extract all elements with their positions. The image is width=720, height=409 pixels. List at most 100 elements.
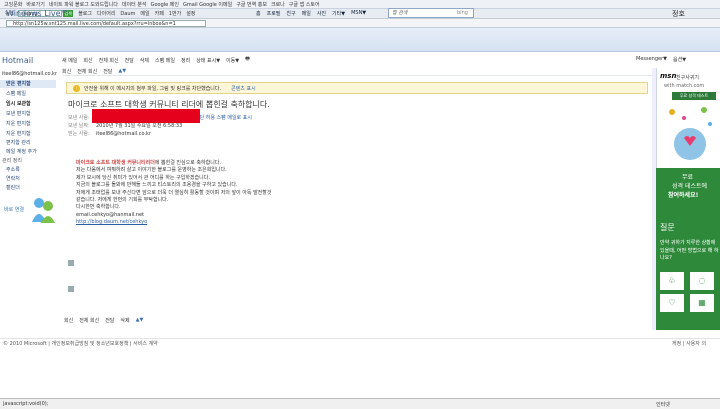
bottom-toolbar: 회신 전체 회신 전달 삭제 ▲▼: [64, 315, 654, 325]
ad-test-text: 성격 테스트에: [672, 183, 708, 190]
ad-subtitle: 친구사귀기: [676, 75, 700, 81]
body-line: 같습니다. 저에게 한번의 기회를 부탁합니다.: [76, 197, 169, 204]
up-arrow-icon[interactable]: ▲▼: [136, 317, 144, 323]
user-name[interactable]: 정호: [672, 9, 685, 19]
msg-reply-all[interactable]: 전체 회신: [77, 68, 97, 75]
bookmark-item[interactable]: Google 메인: [151, 1, 179, 8]
date-label: 보낸 날짜:: [68, 123, 90, 129]
ad-join-text: 참여하세요!: [668, 192, 699, 199]
bottom-forward[interactable]: 전달: [105, 317, 114, 324]
up-arrow-icon[interactable]: ▲▼: [118, 68, 126, 74]
message-body: 마이크로 소프트 대학생 커뮤니티리더에 뽑힌걸 진심으로 축하합니다. 저는 …: [76, 160, 496, 227]
nav-mail[interactable]: 메일: [302, 10, 311, 17]
sidebar-item-manage-folders[interactable]: 편지함 관리: [0, 139, 56, 147]
sidebar-item-deleted-2[interactable]: 지운 편지함: [0, 130, 56, 138]
footer-right-links[interactable]: 게정 | 사용자 의: [672, 340, 706, 347]
bottom-reply[interactable]: 회신: [64, 317, 73, 324]
toolbar-item[interactable]: 카페: [155, 10, 164, 17]
footer-links[interactable]: © 2010 Microsoft | 개인정보취급방침 및 청소년보호정책 | …: [3, 340, 158, 347]
messenger-buddy-icon[interactable]: [30, 196, 56, 224]
body-link[interactable]: http://blog.daum.net/cehkyo: [76, 219, 496, 226]
header-nav: 홈 프로필 친구 메일 사진 기타▼ MSN▼: [256, 10, 372, 17]
show-content-link[interactable]: 콘텐츠 표시: [231, 85, 256, 92]
windows-live-header: [0, 28, 720, 52]
toolbar-item[interactable]: 1번가: [169, 10, 181, 17]
blocked-image-icon: [68, 286, 74, 292]
body-line: 다시한번 축하합니다.: [76, 204, 121, 211]
message-toolbar: 회신 전체 회신 전달 ▲▼: [62, 67, 652, 76]
redaction-box: [92, 109, 200, 123]
bookmark-item[interactable]: 구글 번역 홍보: [236, 1, 267, 8]
puzzle-icon[interactable]: ♧: [660, 272, 684, 290]
sidebar-item-deleted[interactable]: 지운 편지함: [0, 120, 56, 128]
bottom-delete[interactable]: 삭제: [120, 317, 129, 324]
bing-logo[interactable]: bing: [457, 10, 468, 16]
nav-more[interactable]: 기타▼: [332, 10, 345, 17]
body-line: 지금의 블로그를 돌봐에 반해들 느끼고 티스토리의 조용경을 구하고 있습니다…: [76, 182, 238, 189]
body-line: 저에게 조태업를 보내 주신다면 앞으로 더욱 더 열심히 활동할 것이며 저의…: [76, 189, 272, 196]
menu-mark[interactable]: 상태 표시▼: [196, 57, 220, 64]
address-input[interactable]: http://sn125w.snt125.mail.live.com/defau…: [6, 19, 206, 27]
menu-junk[interactable]: 스팸 메일: [155, 57, 175, 64]
speech-bubble-icon[interactable]: ◌: [690, 272, 714, 290]
security-warning-bar: ! 안전을 위해 이 메시지의 첨부 파일, 그림 및 링크를 차단했습니다. …: [66, 82, 648, 94]
bookmark-item[interactable]: 데이터 분석: [122, 1, 147, 8]
body-email: email.cehkyo@hanmail.net: [76, 211, 145, 218]
bottom-reply-all[interactable]: 전체 회신: [79, 317, 99, 324]
sidebar-item-calendar[interactable]: 캘린더: [0, 184, 56, 192]
sidebar-item-add-account[interactable]: 메일 계정 추가: [0, 148, 56, 156]
status-zone: 인터넷: [656, 402, 670, 408]
toolbar-item[interactable]: 다이어리: [97, 10, 115, 17]
sidebar-item-sent[interactable]: 보낸 편지함: [0, 110, 56, 118]
hotmail-title[interactable]: Hotmail: [2, 56, 33, 65]
nav-photos[interactable]: 사진: [317, 10, 326, 17]
menu-sweep[interactable]: 정리: [181, 57, 190, 64]
bookmark-item[interactable]: 구글 앱 스토어: [289, 1, 320, 8]
toolbar-item[interactable]: Daum: [120, 11, 135, 17]
nav-profile[interactable]: 프로필: [267, 10, 281, 17]
match-logo: with match.com: [664, 83, 705, 89]
ad-question-text: 만약 귀하가 지루한 상황에 있을때, 어떤 방법으로 해 하나요?: [660, 240, 719, 261]
options-menu[interactable]: 옵션▼: [673, 56, 686, 63]
mail-menu: 새 메일 회신 전체 회신 전달 삭제 스팸 메일 정리 상태 표시▼ 이동▼ …: [62, 55, 652, 65]
ad-test-button[interactable]: 무료 성격 테스트: [672, 92, 716, 100]
bookmark-item[interactable]: 고잉문화: [4, 1, 22, 8]
bookmark-item[interactable]: 크로나: [271, 1, 285, 8]
menu-forward[interactable]: 전달: [125, 57, 134, 64]
sidebar-item-inbox[interactable]: 받은 편지함: [0, 80, 56, 88]
menu-move[interactable]: 이동▼: [226, 57, 239, 64]
messenger-menu[interactable]: Messenger▼: [636, 56, 667, 63]
sidebar-item-contacts[interactable]: 주소록: [0, 166, 56, 174]
bookmark-item[interactable]: 네이트 파워 블로그 도와드립니다: [49, 1, 118, 8]
status-text: javascript:void(0);: [3, 401, 49, 407]
menu-reply[interactable]: 회신: [83, 57, 92, 64]
windows-live-logo[interactable]: Windows Live™: [6, 9, 69, 18]
sidebar-item-drafts[interactable]: 임시 보관함: [0, 100, 56, 108]
to-label: 받는 사람:: [68, 131, 90, 137]
ad-question-title: 질문: [660, 223, 675, 232]
toolbar-item[interactable]: 블로그: [78, 10, 92, 17]
bookmark-item[interactable]: Gmail Google 이메일: [183, 1, 232, 8]
print-icon[interactable]: 🖶: [245, 56, 250, 64]
nav-home[interactable]: 홈: [256, 10, 261, 17]
toolbar-item[interactable]: 설정: [186, 10, 195, 17]
messenger-label[interactable]: 바로 연결: [4, 206, 24, 213]
sidebar-item-people[interactable]: 연락처: [0, 175, 56, 183]
nav-friends[interactable]: 친구: [286, 10, 295, 17]
page-footer: © 2010 Microsoft | 개인정보취급방침 및 청소년보호정책 | …: [0, 338, 720, 348]
nav-msn[interactable]: MSN▼: [351, 10, 366, 17]
warning-icon: !: [73, 84, 80, 92]
msg-reply[interactable]: 회신: [62, 68, 71, 75]
menu-new-mail[interactable]: 새 메일: [62, 57, 77, 64]
menu-delete[interactable]: 삭제: [140, 57, 149, 64]
right-tools: Messenger▼ 옵션▼: [636, 56, 692, 63]
sidebar-item-junk[interactable]: 스팸 메일: [0, 90, 56, 98]
bookmark-item[interactable]: 바로가기: [26, 1, 44, 8]
status-bar: javascript:void(0);: [0, 398, 720, 409]
msg-forward[interactable]: 전달: [103, 68, 112, 75]
toolbar-item[interactable]: 메일: [140, 10, 149, 17]
heart-icon[interactable]: ♡: [660, 294, 684, 312]
keyboard-icon[interactable]: ▦: [690, 294, 714, 312]
menu-reply-all[interactable]: 전체 회신: [99, 57, 119, 64]
recipient: iteel86@hotmail.co.kr: [96, 131, 152, 137]
